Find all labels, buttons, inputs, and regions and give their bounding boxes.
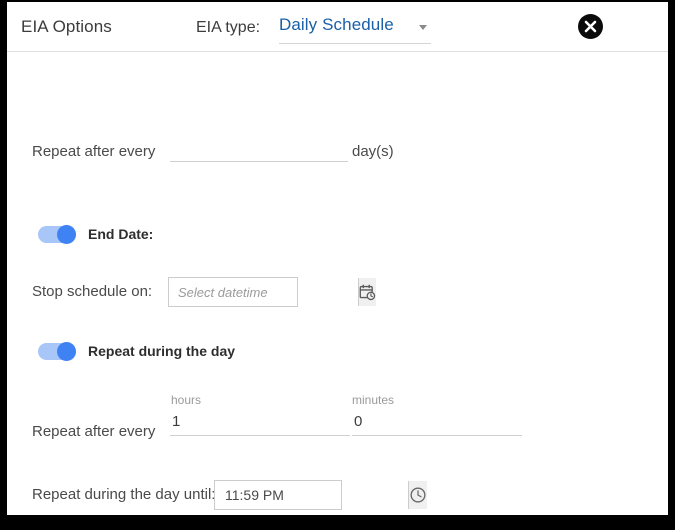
hours-input[interactable] — [170, 410, 350, 436]
stop-schedule-input-group — [168, 277, 376, 307]
repeat-until-input[interactable] — [215, 481, 408, 509]
toggle-knob — [57, 225, 76, 244]
repeat-during-day-toggle-label: Repeat during the day — [88, 343, 236, 359]
days-suffix-label: day(s) — [352, 143, 394, 160]
dialog-body: Repeat after every day(s) End Date: Stop… — [7, 52, 668, 515]
close-circle-icon[interactable] — [578, 14, 603, 39]
eia-type-dropdown[interactable]: Daily Schedule — [279, 12, 431, 44]
end-date-toggle-label: End Date: — [88, 226, 154, 242]
minutes-input[interactable] — [352, 410, 522, 436]
eia-type-label: EIA type: — [196, 19, 261, 36]
minutes-caption: minutes — [352, 393, 395, 407]
repeat-interval-label: Repeat after every — [32, 423, 156, 440]
repeat-during-day-toggle[interactable] — [38, 342, 76, 361]
hours-caption: hours — [171, 393, 202, 407]
repeat-days-input[interactable] — [170, 136, 348, 162]
dialog-header: EIA Options EIA type: Daily Schedule — [7, 2, 668, 52]
stop-schedule-label: Stop schedule on: — [32, 283, 153, 300]
stop-schedule-input[interactable] — [169, 278, 358, 306]
window-frame: EIA Options EIA type: Daily Schedule Rep… — [0, 0, 675, 530]
repeat-until-input-group — [214, 480, 427, 510]
end-date-toggle[interactable] — [38, 225, 76, 244]
toggle-knob — [57, 342, 76, 361]
calendar-clock-icon[interactable] — [358, 278, 376, 306]
chevron-down-icon — [419, 25, 427, 30]
page-title: EIA Options — [21, 17, 112, 36]
repeat-days-label: Repeat after every — [32, 143, 156, 160]
eia-options-dialog: EIA Options EIA type: Daily Schedule Rep… — [7, 2, 668, 515]
repeat-until-label: Repeat during the day until: — [32, 486, 216, 503]
clock-icon[interactable] — [408, 481, 427, 509]
eia-type-selected-value: Daily Schedule — [279, 15, 394, 34]
